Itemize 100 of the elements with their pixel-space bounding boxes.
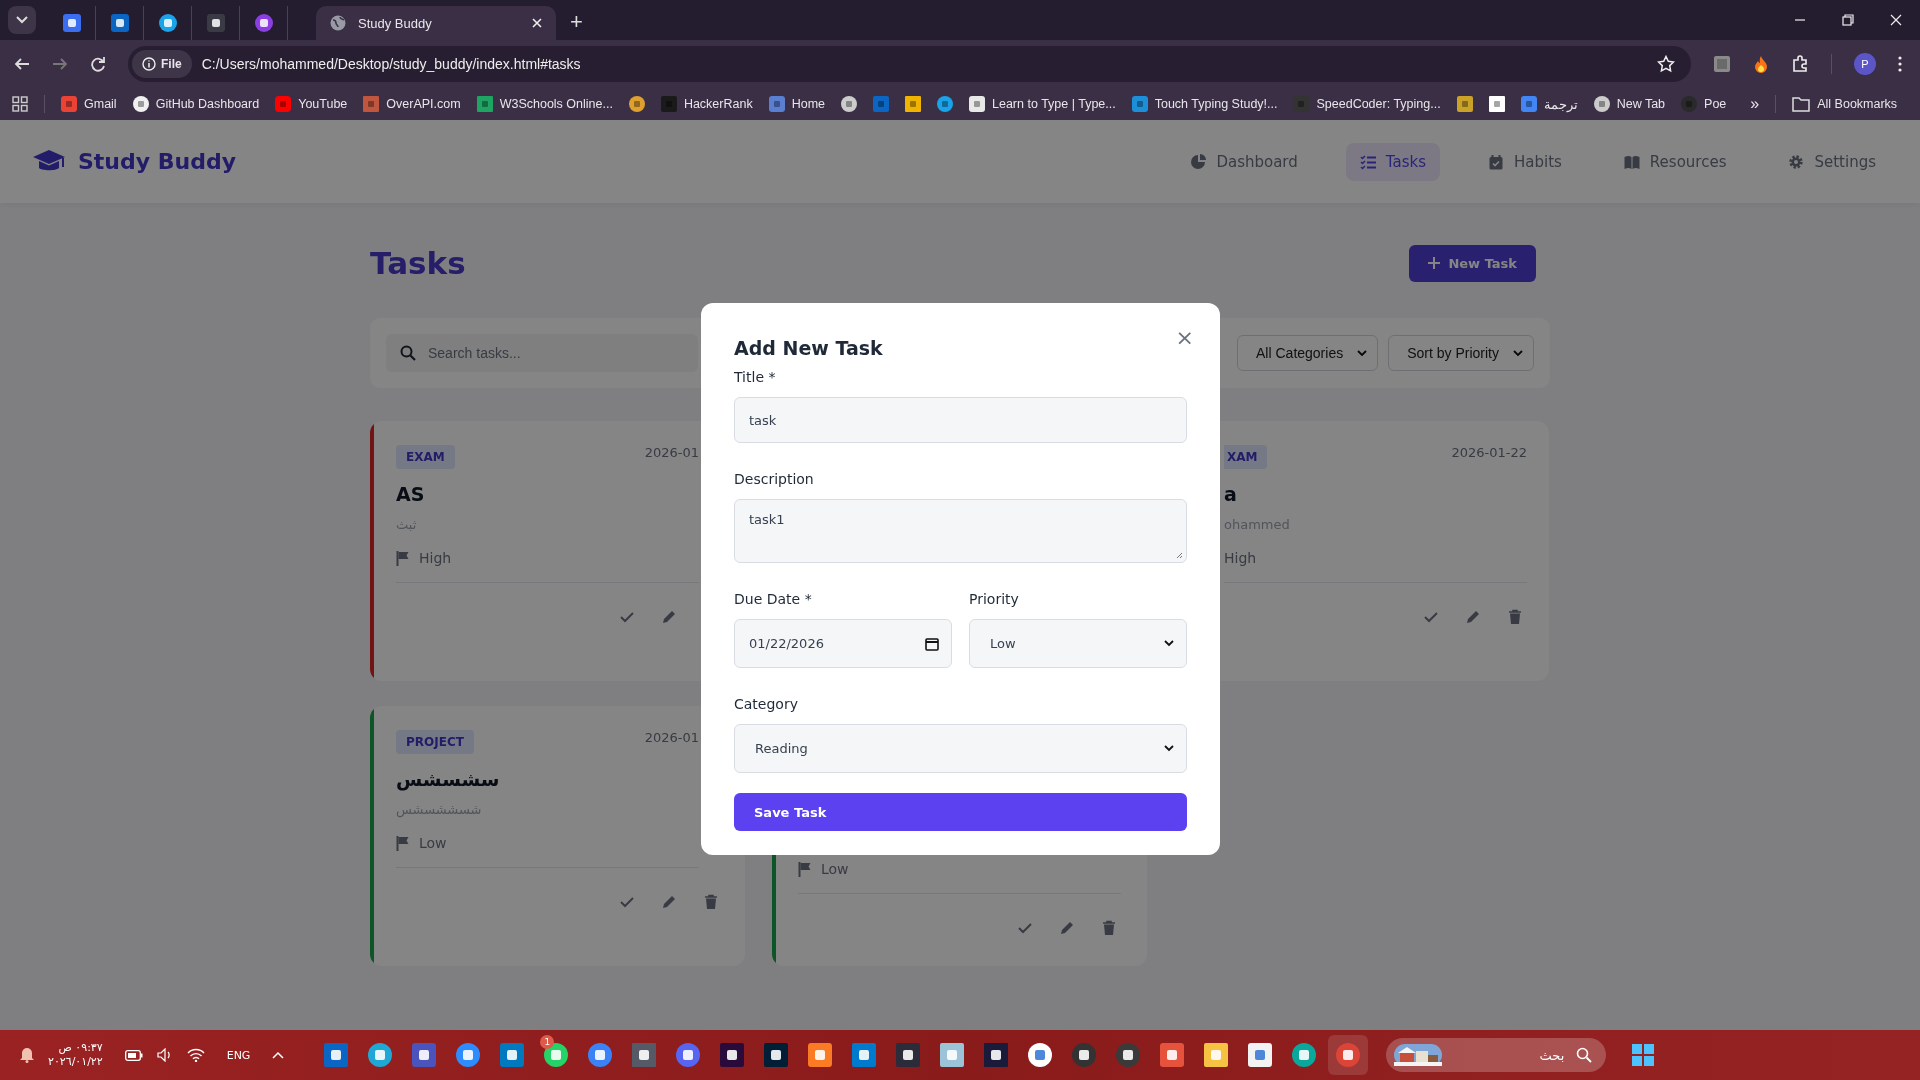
bookmark-icon[interactable]: [841, 96, 857, 112]
chevron-up-icon[interactable]: [272, 1051, 285, 1059]
tab-search-button[interactable]: [8, 6, 36, 34]
taskbar-app-icon[interactable]: [588, 1043, 613, 1067]
field-label: Due Date *: [734, 591, 813, 607]
taskbar-app-icon[interactable]: [632, 1043, 657, 1067]
close-button[interactable]: ×: [1175, 327, 1194, 349]
bookmark-link[interactable]: HackerRank: [660, 96, 753, 112]
bookmark-link[interactable]: Touch Typing Study!...: [1131, 96, 1278, 112]
date-field[interactable]: 01/22/2026: [734, 619, 952, 668]
bookmark-icon[interactable]: [1456, 96, 1473, 112]
bookmark-icon[interactable]: [1488, 96, 1505, 112]
taskbar-app-icon[interactable]: [456, 1043, 481, 1067]
pencil-icon[interactable]: [1059, 920, 1075, 936]
bookmark-link[interactable]: SpeedCoder: Typing...: [1293, 96, 1441, 112]
close-icon[interactable]: [1890, 14, 1902, 26]
browser-tab[interactable]: Study Buddy: [316, 6, 556, 40]
taskbar-app-icon[interactable]: [412, 1043, 437, 1067]
input-field[interactable]: task: [734, 397, 1187, 443]
check-icon[interactable]: [1017, 920, 1033, 936]
forward-icon[interactable]: [52, 56, 68, 72]
taskbar-app-icon[interactable]: [1160, 1043, 1185, 1067]
taskbar-app-icon[interactable]: [720, 1043, 745, 1067]
apps-icon[interactable]: [12, 96, 28, 112]
site-icon: [660, 96, 677, 112]
taskbar-app-icon[interactable]: [544, 1043, 569, 1067]
check-icon[interactable]: [619, 609, 635, 625]
profile-avatar[interactable]: P: [1854, 53, 1876, 75]
pencil-icon[interactable]: [1465, 609, 1481, 625]
check-icon[interactable]: [1423, 609, 1439, 625]
close-icon[interactable]: [532, 18, 542, 28]
bookmark-link[interactable]: Poe: [1681, 96, 1727, 112]
taskbar-app-icon[interactable]: [1336, 1043, 1361, 1067]
bookmark-link[interactable]: OverAPI.com: [363, 96, 461, 112]
clock-date[interactable]: ٢٠٢٦/٠١/٢٢: [48, 1055, 103, 1069]
bell-icon[interactable]: [20, 1047, 34, 1063]
taskbar-app-icon[interactable]: [1204, 1043, 1229, 1067]
taskbar-app-icon[interactable]: [764, 1043, 789, 1067]
bookmark-link[interactable]: W3Schools Online...: [476, 96, 613, 112]
site-icon: [1681, 96, 1698, 112]
trash-icon[interactable]: [1101, 920, 1117, 936]
bookmark-link[interactable]: GitHub Dashboard: [132, 96, 260, 112]
speaker-icon[interactable]: [156, 1048, 173, 1062]
puzzle-icon[interactable]: [1791, 55, 1809, 73]
bookmark-link[interactable]: YouTube: [275, 96, 348, 112]
taskbar-app-icon[interactable]: [676, 1043, 701, 1067]
text-area[interactable]: task1: [734, 499, 1187, 563]
reload-icon[interactable]: [90, 56, 106, 72]
bookmark-icon[interactable]: [628, 96, 645, 112]
task-title: سشسشس: [396, 768, 501, 790]
taskbar-app-icon[interactable]: [1028, 1043, 1053, 1067]
category-tag: EXAM: [396, 445, 455, 469]
pencil-icon[interactable]: [661, 894, 677, 910]
save-task-button[interactable]: Save Task: [734, 793, 1187, 831]
taskbar-app-icon[interactable]: [1292, 1043, 1317, 1067]
taskbar-app-icon[interactable]: [368, 1043, 393, 1067]
taskbar-search-field[interactable]: بحث: [1386, 1038, 1607, 1072]
bookmark-link[interactable]: Gmail: [61, 96, 117, 112]
extension-icon[interactable]: [1713, 55, 1731, 73]
wifi-icon[interactable]: [186, 1048, 205, 1062]
taskbar-app-icon[interactable]: [984, 1043, 1009, 1067]
site-icon: [1131, 96, 1148, 112]
taskbar-app-icon[interactable]: [324, 1043, 349, 1067]
new-tab-button[interactable]: +: [570, 10, 583, 34]
taskbar-app-icon[interactable]: [1072, 1043, 1097, 1067]
site-info-chip[interactable]: File: [132, 50, 192, 78]
taskbar-app-icon[interactable]: [852, 1043, 877, 1067]
flame-icon[interactable]: [1753, 55, 1769, 73]
back-icon[interactable]: [14, 56, 30, 72]
new-task-button[interactable]: New Task: [1409, 244, 1536, 282]
taskbar-app-icon[interactable]: [1248, 1043, 1273, 1067]
bookmark-link[interactable]: Learn to Type | Type...: [969, 96, 1116, 112]
taskbar-app-icon[interactable]: [808, 1043, 833, 1067]
bookmark-link[interactable]: ترجمة: [1520, 96, 1578, 112]
trash-icon[interactable]: [703, 894, 719, 910]
all-bookmarks-button[interactable]: All Bookmarks: [1792, 96, 1898, 112]
select-field[interactable]: Reading: [734, 724, 1187, 773]
filter-dropdown[interactable]: Sort by Priority: [1388, 335, 1534, 371]
clock-time[interactable]: ٠٩:٣٧ ص: [58, 1041, 103, 1055]
taskbar-app-icon[interactable]: [940, 1043, 965, 1067]
address-bar[interactable]: File C:/Users/mohammed/Desktop/study_buddy/index.html#tasks: [128, 46, 1691, 82]
pencil-icon[interactable]: [661, 609, 677, 625]
battery-icon[interactable]: [124, 1049, 143, 1061]
bookmark-link[interactable]: New Tab: [1593, 96, 1666, 112]
windows-icon[interactable]: [1632, 1044, 1655, 1066]
taskbar-app-icon[interactable]: [500, 1043, 525, 1067]
more-bookmarks-button[interactable]: »: [1750, 95, 1760, 113]
restore-icon[interactable]: [1842, 14, 1854, 26]
filter-dropdown[interactable]: All Categories: [1237, 335, 1379, 371]
calendar-icon: [1488, 153, 1504, 170]
menu-icon[interactable]: [1898, 56, 1902, 72]
star-icon[interactable]: [1657, 55, 1675, 73]
select-field[interactable]: Low: [969, 619, 1187, 668]
check-icon[interactable]: [619, 894, 635, 910]
language-indicator[interactable]: ENG: [226, 1048, 251, 1062]
trash-icon[interactable]: [1507, 609, 1523, 625]
taskbar-app-icon[interactable]: [896, 1043, 921, 1067]
taskbar-app-icon[interactable]: [1116, 1043, 1141, 1067]
bookmark-link[interactable]: Home: [768, 96, 825, 112]
gear-icon: [1788, 153, 1805, 170]
